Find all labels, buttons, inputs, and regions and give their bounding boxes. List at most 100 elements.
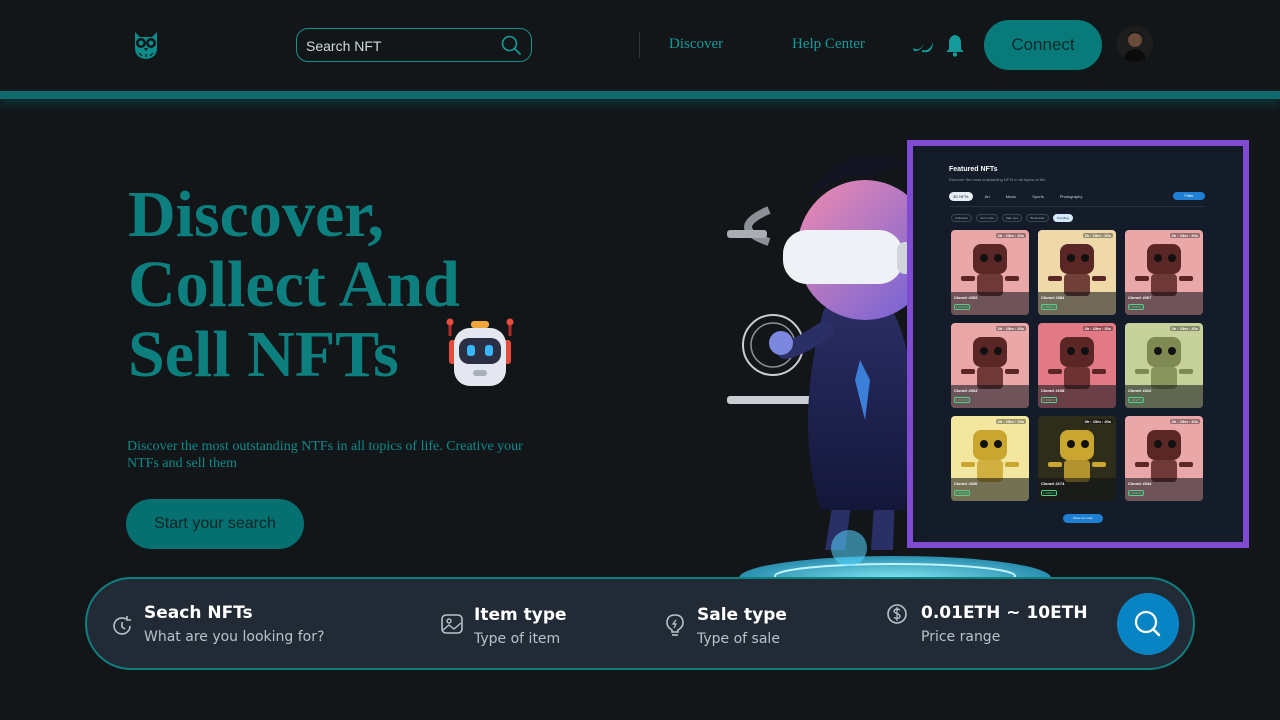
search-submit-button[interactable]	[1117, 593, 1179, 655]
header-underline	[0, 91, 1280, 99]
nft-robot-art	[1038, 323, 1116, 408]
nft-card-timer: 3h : 15m : 20s	[995, 233, 1026, 238]
preview-chip[interactable]: Blockchain	[1026, 214, 1049, 222]
nft-card[interactable]: 3h : 15m : 20s Clone# #174 1.00ETH	[1038, 416, 1116, 501]
nft-robot-art	[1125, 416, 1203, 501]
preview-panel: Featured NFTs Discover the most outstand…	[927, 152, 1243, 542]
nft-card-timer: 3h : 15m : 20s	[1082, 326, 1113, 331]
nft-card[interactable]: 3h : 15m : 20s Clone# #384 1.00ETH	[1038, 230, 1116, 315]
search-icon[interactable]	[500, 34, 522, 56]
preview-chip[interactable]: Collection	[951, 214, 973, 222]
nft-card-name: Clone# #344	[1128, 481, 1152, 486]
image-icon	[439, 611, 465, 637]
filter-search-bar: Seach NFTs What are you looking for? Ite…	[85, 577, 1195, 670]
header: Discover Help Center Connect	[0, 0, 1280, 92]
search-nfts-title: Seach NFTs	[144, 603, 253, 623]
nft-card[interactable]: 3h : 15m : 20s Clone# #108 1.00ETH	[1038, 323, 1116, 408]
sale-type-subtitle: Type of sale	[697, 631, 780, 647]
hero-title-line: Collect And	[128, 248, 460, 321]
preview-tab[interactable]: Sports	[1028, 192, 1048, 201]
hero-title: Discover, Collect And Sell NFTs	[128, 180, 598, 390]
nft-card-timer: 3h : 15m : 20s	[1169, 326, 1200, 331]
search-box[interactable]	[296, 28, 532, 62]
nft-card[interactable]: 3h : 15m : 20s Clone# #303 1.00ETH	[951, 323, 1029, 408]
connect-button[interactable]: Connect	[984, 20, 1102, 70]
search-icon	[1134, 610, 1161, 637]
nft-robot-art	[951, 416, 1029, 501]
preview-subtitle: Discover the most outstanding NFTs in al…	[949, 177, 1046, 182]
nft-card-name: Clone# #303	[954, 388, 978, 393]
preview-divider	[949, 206, 1205, 207]
sale-type-title: Sale type	[697, 605, 787, 625]
nft-card-name: Clone# #174	[1041, 481, 1065, 486]
nft-card-price: 1.00ETH	[954, 304, 970, 310]
nft-card-price: 1.00ETH	[1128, 304, 1144, 310]
preview-tab[interactable]: Art	[981, 192, 994, 201]
nft-robot-art	[951, 230, 1029, 315]
nft-card[interactable]: 3h : 15m : 20s Clone# #305 1.00ETH	[951, 230, 1029, 315]
preview-title: Featured NFTs	[949, 166, 998, 173]
nft-card-price: 1.00ETH	[1128, 490, 1144, 496]
search-input[interactable]	[306, 35, 496, 57]
nft-card-grid: 3h : 15m : 20s Clone# #305 1.00ETH 3h : 15m…	[951, 230, 1203, 501]
nft-robot-art	[951, 323, 1029, 408]
nft-card-price: 1.00ETH	[1041, 304, 1057, 310]
nft-card[interactable]: 3h : 15m : 20s Clone# #067 1.00ETH	[1125, 230, 1203, 315]
nft-card-price: 1.00ETH	[1041, 397, 1057, 403]
preview-filter-chips: Collection Sort: price Sale type Blockch…	[951, 214, 1073, 222]
nft-card-price: 1.00ETH	[954, 397, 970, 403]
preview-show-more-button[interactable]: Show me more	[1063, 514, 1103, 523]
nft-card-timer: 3h : 15m : 20s	[1082, 419, 1113, 424]
price-range-subtitle: Price range	[921, 629, 1001, 645]
nft-card[interactable]: 3h : 15m : 20s Clone# #344 1.00ETH	[1125, 416, 1203, 501]
nft-card-name: Clone# #305	[954, 295, 978, 300]
nft-robot-art	[1038, 416, 1116, 501]
nav-help-center[interactable]: Help Center	[792, 36, 865, 53]
hero-description: Discover the most outstanding NTFs in al…	[127, 439, 523, 471]
preview-tabs: 3D NFTs Art Music Sports Photography	[949, 192, 1086, 201]
item-type-title: Item type	[474, 605, 567, 625]
nft-card[interactable]: 3h : 15m : 20s Clone# #322 1.00ETH	[1125, 323, 1203, 408]
preview-tab[interactable]: 3D NFTs	[949, 192, 973, 201]
preview-tab[interactable]: Music	[1002, 192, 1020, 201]
item-type-subtitle: Type of item	[474, 631, 561, 647]
avatar[interactable]	[1117, 26, 1153, 62]
nft-card-name: Clone# #067	[1128, 295, 1152, 300]
preview-chip[interactable]: Trending	[1052, 214, 1073, 222]
nft-robot-art	[1038, 230, 1116, 315]
nft-card-name: Clone# #322	[1128, 388, 1152, 393]
owl-logo-icon[interactable]	[131, 28, 161, 60]
preview-tab[interactable]: Photography	[1056, 192, 1087, 201]
nft-card-timer: 3h : 15m : 20s	[1169, 233, 1200, 238]
bell-icon[interactable]	[942, 32, 968, 58]
nft-card[interactable]: 3h : 15m : 20s Clone# #326 1.00ETH	[951, 416, 1029, 501]
preview-filter-button[interactable]: Filter	[1173, 192, 1205, 200]
nft-card-price: 1.00ETH	[1128, 397, 1144, 403]
nft-card-timer: 3h : 15m : 20s	[1082, 233, 1113, 238]
preview-chip[interactable]: Sort: price	[976, 214, 998, 222]
nft-robot-art	[1125, 230, 1203, 315]
header-divider	[639, 32, 640, 58]
nav-discover[interactable]: Discover	[669, 36, 723, 53]
hero-title-line: Discover,	[128, 178, 385, 251]
robot-icon	[443, 318, 517, 390]
nft-card-name: Clone# #108	[1041, 388, 1065, 393]
moon-theme-icon[interactable]	[910, 32, 936, 58]
nft-card-timer: 3h : 15m : 20s	[995, 419, 1026, 424]
nft-card-name: Clone# #384	[1041, 295, 1065, 300]
nft-card-price: 1.00ETH	[954, 490, 970, 496]
nft-card-timer: 3h : 15m : 20s	[995, 326, 1026, 331]
hero-title-line: Sell NFTs	[128, 318, 399, 391]
featured-nfts-preview[interactable]: Featured NFTs Discover the most outstand…	[907, 140, 1249, 548]
search-nfts-subtitle: What are you looking for?	[144, 629, 325, 645]
refresh-search-icon	[109, 613, 135, 639]
lightbulb-icon	[662, 612, 688, 638]
dollar-coin-icon	[884, 601, 910, 627]
start-search-button[interactable]: Start your search	[126, 499, 304, 549]
nft-card-price: 1.00ETH	[1041, 490, 1057, 496]
nft-card-name: Clone# #326	[954, 481, 978, 486]
price-range-title: 0.01ETH ~ 10ETH	[921, 603, 1088, 623]
preview-chip[interactable]: Sale type	[1001, 214, 1023, 222]
nft-robot-art	[1125, 323, 1203, 408]
nft-card-timer: 3h : 15m : 20s	[1169, 419, 1200, 424]
